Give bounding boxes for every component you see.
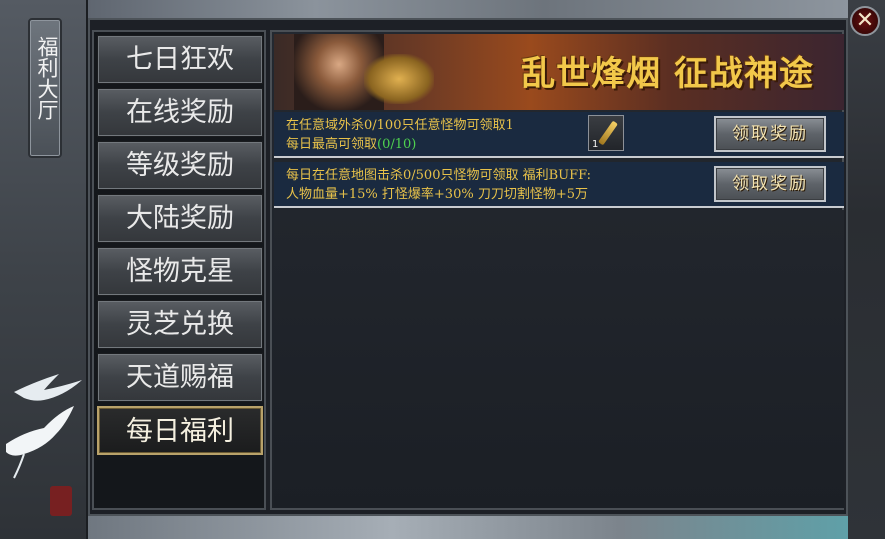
crane-icon xyxy=(6,374,82,479)
empty-content-area xyxy=(274,210,844,508)
task-line-1: 在任意域外杀0/100只任意怪物可领取1 xyxy=(286,118,514,133)
menu-item-daily-welfare[interactable]: 每日福利 xyxy=(97,406,263,455)
welfare-window: 七日狂欢 在线奖励 等级奖励 大陆奖励 怪物克星 灵芝兑换 天道赐福 每日福利 … xyxy=(88,18,848,516)
menu-item-lingzhi-exchange[interactable]: 灵芝兑换 xyxy=(97,300,263,349)
category-menu: 七日狂欢 在线奖励 等级奖励 大陆奖励 怪物克星 灵芝兑换 天道赐福 每日福利 xyxy=(92,30,266,510)
menu-item-seven-day[interactable]: 七日狂欢 xyxy=(97,35,263,84)
golden-staff-icon xyxy=(598,120,618,146)
task-description: 在任意域外杀0/100只任意怪物可领取1 每日最高可领取(0/10) xyxy=(286,116,706,154)
menu-item-online-reward[interactable]: 在线奖励 xyxy=(97,88,263,137)
task-line-1: 每日在任意地图击杀0/500只怪物可领取 福利BUFF: xyxy=(286,168,592,183)
close-button[interactable]: ✕ xyxy=(850,6,880,36)
item-count: 1 xyxy=(592,139,599,150)
gold-armor-decor xyxy=(364,54,434,104)
task-line-2: 人物血量+15% 打怪爆率+30% 刀刀切割怪物+5万 xyxy=(286,187,589,202)
task-description: 每日在任意地图击杀0/500只怪物可领取 福利BUFF: 人物血量+15% 打怪… xyxy=(286,166,706,204)
claim-reward-button[interactable]: 领取奖励 xyxy=(714,166,826,202)
red-seal-icon xyxy=(50,486,72,516)
menu-item-level-reward[interactable]: 等级奖励 xyxy=(97,141,263,190)
task-line-2: 每日最高可领取(0/10) xyxy=(286,135,706,154)
promo-banner: 乱世烽烟 征战神途 xyxy=(274,34,844,110)
banner-title: 乱世烽烟 征战神途 xyxy=(521,54,814,94)
task-limit-progress: (0/10) xyxy=(377,137,417,152)
bottom-decor-strip xyxy=(88,516,848,539)
task-row: 在任意域外杀0/100只任意怪物可领取1 每日最高可领取(0/10) 1 领取奖… xyxy=(274,112,844,158)
side-title: 福利大厅 xyxy=(35,36,59,120)
top-decor-strip xyxy=(88,0,848,18)
claim-reward-button[interactable]: 领取奖励 xyxy=(714,116,826,152)
menu-item-monster-bane[interactable]: 怪物克星 xyxy=(97,247,263,296)
menu-item-continent-reward[interactable]: 大陆奖励 xyxy=(97,194,263,243)
task-row: 每日在任意地图击杀0/500只怪物可领取 福利BUFF: 人物血量+15% 打怪… xyxy=(274,162,844,208)
side-title-plaque: 福利大厅 xyxy=(28,18,62,158)
reward-item-slot[interactable]: 1 xyxy=(588,115,624,151)
menu-item-heaven-blessing[interactable]: 天道赐福 xyxy=(97,353,263,402)
content-panel: 乱世烽烟 征战神途 在任意域外杀0/100只任意怪物可领取1 每日最高可领取(0… xyxy=(270,30,844,510)
task-limit-label: 每日最高可领取 xyxy=(286,137,378,152)
side-banner: 福利大厅 xyxy=(0,0,88,539)
